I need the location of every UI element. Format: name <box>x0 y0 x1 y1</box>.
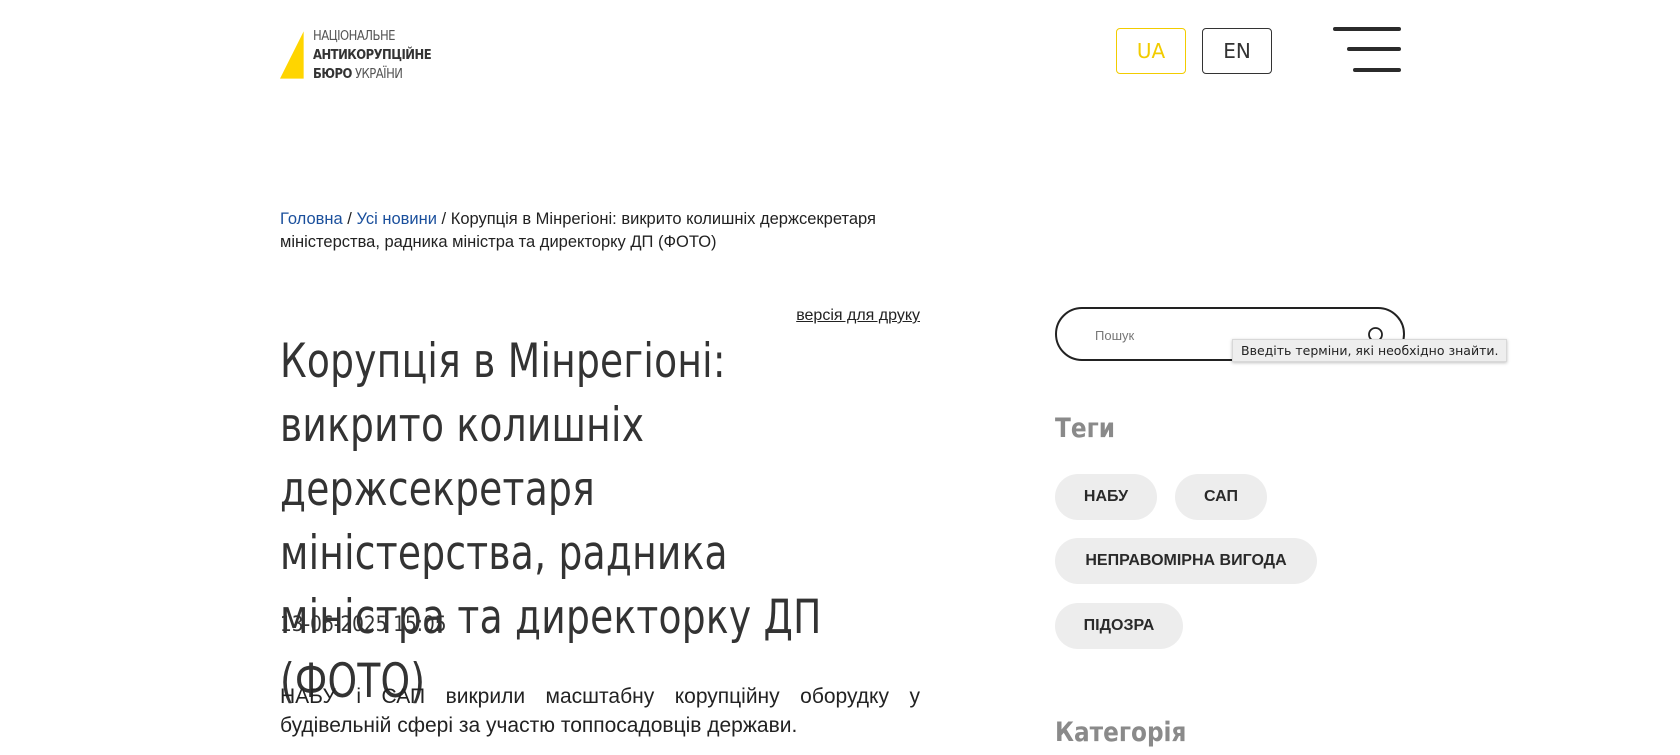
logo-line-3: БЮРО УКРАЇНИ <box>313 65 431 84</box>
breadcrumb-news-link[interactable]: Усі новини <box>356 210 436 228</box>
breadcrumb: Головна / Усі новини / Корупція в Мінрег… <box>280 208 920 254</box>
tag-suspicion[interactable]: ПІДОЗРА <box>1055 603 1183 649</box>
logo-line-3-rest: УКРАЇНИ <box>351 66 403 82</box>
search-tooltip: Введіть терміни, які необхідно знайти. <box>1232 339 1508 362</box>
logo-triangle-icon <box>280 31 304 79</box>
breadcrumb-home-link[interactable]: Головна <box>280 210 343 228</box>
article-lead: НАБУ і САП викрили масштабну корупційну … <box>280 685 920 737</box>
breadcrumb-separator: / <box>436 210 451 228</box>
logo-text: НАЦІОНАЛЬНЕ АНТИКОРУПЦІЙНЕ БЮРО УКРАЇНИ <box>312 27 432 84</box>
logo-line-3-bold: БЮРО <box>312 66 352 82</box>
tag-sap[interactable]: САП <box>1175 474 1267 520</box>
logo-line-2: АНТИКОРУПЦІЙНЕ <box>312 47 432 63</box>
page: НАЦІОНАЛЬНЕ АНТИКОРУПЦІЙНЕ БЮРО УКРАЇНИ … <box>0 0 1680 755</box>
lang-ua-button[interactable]: UA <box>1116 28 1186 74</box>
hamburger-menu-icon[interactable] <box>1333 27 1401 75</box>
tags-heading: Теги <box>1055 413 1115 444</box>
hamburger-line-bottom <box>1353 68 1401 72</box>
print-version-link[interactable]: версія для друку <box>788 307 920 325</box>
lang-en-button[interactable]: EN <box>1202 28 1272 74</box>
article-date: 13-06-2025 15:05 <box>280 612 447 636</box>
hamburger-line-top <box>1333 27 1401 31</box>
tag-nabu[interactable]: НАБУ <box>1055 474 1157 520</box>
article-title: Корупція в Мінрегіоні: викрито колишніх … <box>280 334 822 709</box>
tag-improper-benefit[interactable]: НЕПРАВОМІРНА ВИГОДА <box>1055 538 1317 584</box>
nabu-logo[interactable]: НАЦІОНАЛЬНЕ АНТИКОРУПЦІЙНЕ БЮРО УКРАЇНИ <box>280 27 450 85</box>
category-heading: Категорія <box>1055 717 1187 748</box>
hamburger-line-middle <box>1347 47 1401 51</box>
logo-line-1: НАЦІОНАЛЬНЕ <box>312 28 396 44</box>
breadcrumb-separator: / <box>342 210 357 228</box>
